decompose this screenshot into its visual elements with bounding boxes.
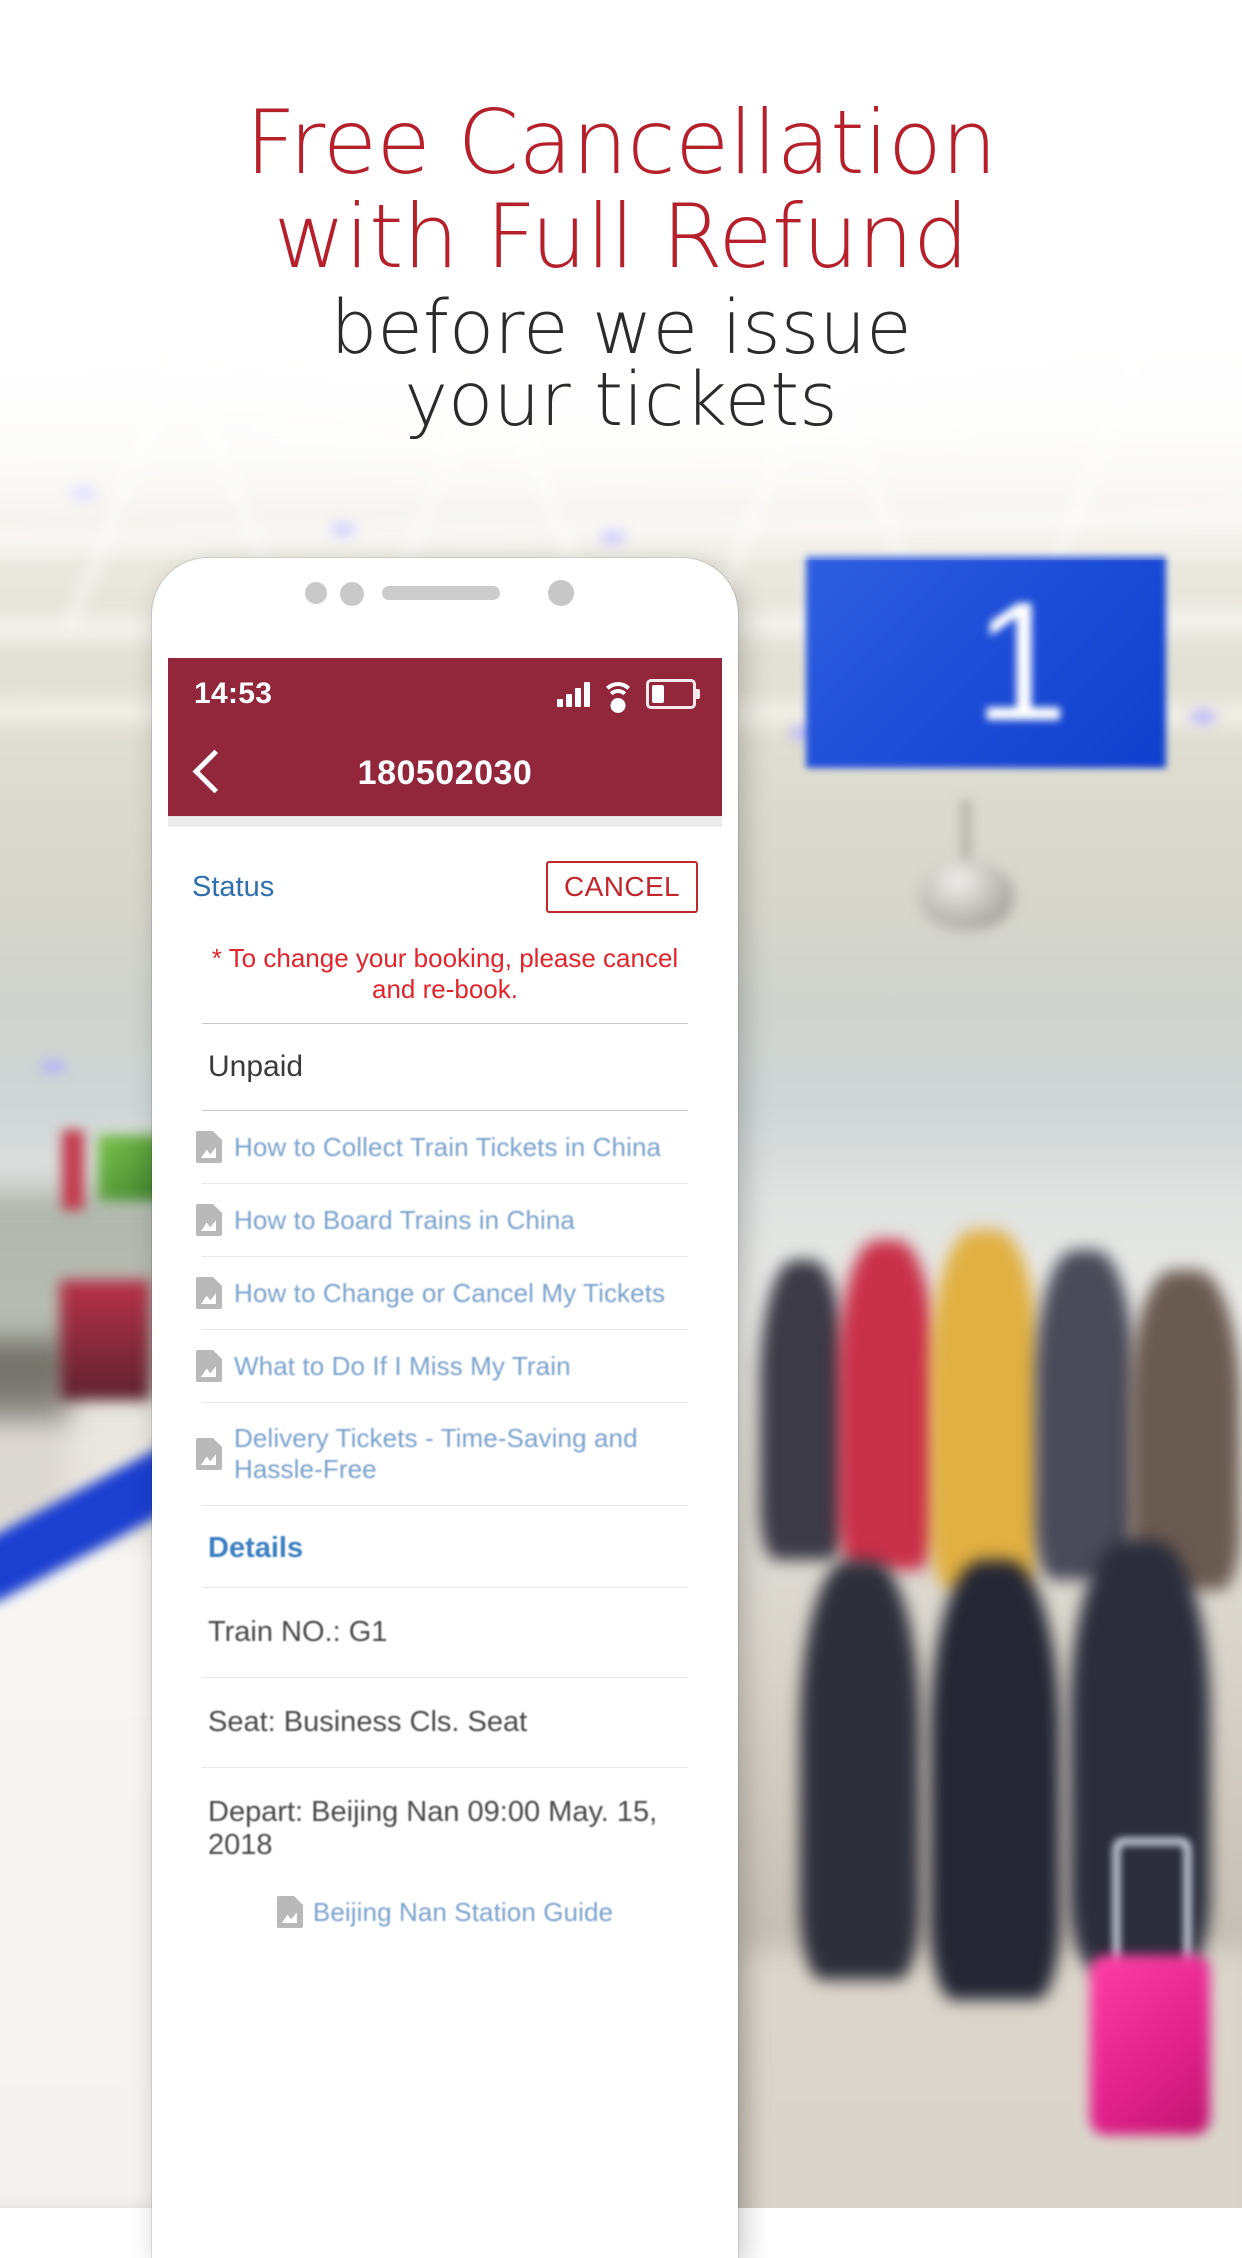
detail-row-seat: Seat: Business Cls. Seat: [208, 1706, 528, 1738]
station-poster: [62, 1130, 84, 1210]
headline-line-1: Free Cancellation: [245, 91, 997, 194]
booking-content: Status CANCEL * To change your booking, …: [168, 827, 722, 1946]
back-chevron-icon[interactable]: [190, 747, 224, 799]
pdf-icon: [196, 1350, 222, 1382]
cancel-button[interactable]: CANCEL: [546, 861, 698, 913]
subheadline-line-2: your tickets: [404, 357, 838, 443]
traveller: [930, 1560, 1060, 2000]
light-sensor-icon: [548, 580, 574, 606]
front-camera-icon: [305, 582, 327, 604]
traveller: [760, 1260, 846, 1560]
earpiece-speaker: [382, 586, 500, 600]
document-link[interactable]: How to Collect Train Tickets in China: [234, 1132, 661, 1163]
nav-bar: 180502030: [168, 730, 722, 816]
detail-row-depart: Depart: Beijing Nan 09:00 May. 15, 2018: [208, 1796, 658, 1861]
nav-bar-shadow: [168, 816, 722, 827]
status-value: Unpaid: [208, 1050, 304, 1083]
pink-suitcase: [1090, 1955, 1210, 2135]
phone-mockup: 14:53 180502030 Status CANCEL * To chang…: [152, 558, 738, 2258]
app-screen: 14:53 180502030 Status CANCEL * To chang…: [168, 658, 722, 2258]
pdf-icon: [196, 1438, 222, 1470]
list-item[interactable]: How to Change or Cancel My Tickets: [192, 1257, 698, 1329]
subheadline-line-1: before we issue: [330, 285, 912, 371]
list-item[interactable]: What to Do If I Miss My Train: [192, 1330, 698, 1402]
document-link[interactable]: How to Change or Cancel My Tickets: [234, 1278, 665, 1309]
document-link[interactable]: What to Do If I Miss My Train: [234, 1351, 571, 1382]
pdf-icon: [196, 1131, 222, 1163]
promo-headline: Free Cancellation with Full Refund: [0, 96, 1242, 284]
list-item[interactable]: How to Collect Train Tickets in China: [192, 1111, 698, 1183]
traveller: [838, 1240, 936, 1570]
wifi-icon: [601, 682, 635, 713]
pdf-icon: [196, 1204, 222, 1236]
phone-top-bezel: [152, 558, 738, 658]
status-row: Status CANCEL: [192, 827, 698, 921]
signal-bars-icon: [557, 681, 590, 707]
proximity-sensor-icon: [340, 582, 364, 606]
pdf-icon: [196, 1277, 222, 1309]
pdf-icon: [276, 1896, 303, 1928]
promo-subheadline: before we issue your tickets: [0, 285, 1242, 443]
status-label: Status: [192, 870, 275, 903]
document-link[interactable]: How to Board Trains in China: [234, 1205, 575, 1236]
platform-sign-number: 1: [973, 567, 1069, 757]
headline-line-2: with Full Refund: [273, 185, 969, 288]
details-heading: Details: [208, 1532, 304, 1564]
battery-low-icon: [646, 679, 700, 709]
detail-row-train-no: Train NO.: G1: [208, 1616, 388, 1648]
station-guide-link[interactable]: Beijing Nan Station Guide: [313, 1897, 613, 1928]
page-title: 180502030: [357, 753, 533, 792]
traveller: [1035, 1250, 1135, 1580]
ceiling-light: [40, 1060, 66, 1074]
list-item[interactable]: How to Board Trains in China: [192, 1184, 698, 1256]
station-guide-row[interactable]: Beijing Nan Station Guide: [192, 1890, 698, 1946]
list-item[interactable]: Delivery Tickets - Time-Saving and Hassl…: [192, 1403, 698, 1505]
ceiling-light: [1190, 710, 1216, 724]
document-link[interactable]: Delivery Tickets - Time-Saving and Hassl…: [234, 1423, 698, 1485]
station-poster: [60, 1280, 150, 1400]
cancel-note: * To change your booking, please cancel …: [211, 943, 679, 1004]
status-bar: 14:53: [168, 658, 722, 730]
traveller: [930, 1230, 1040, 1590]
status-bar-time: 14:53: [194, 677, 273, 710]
traveller: [800, 1560, 920, 1980]
ceiling-camera-icon: [920, 860, 1014, 930]
status-bar-icons: [557, 679, 700, 713]
